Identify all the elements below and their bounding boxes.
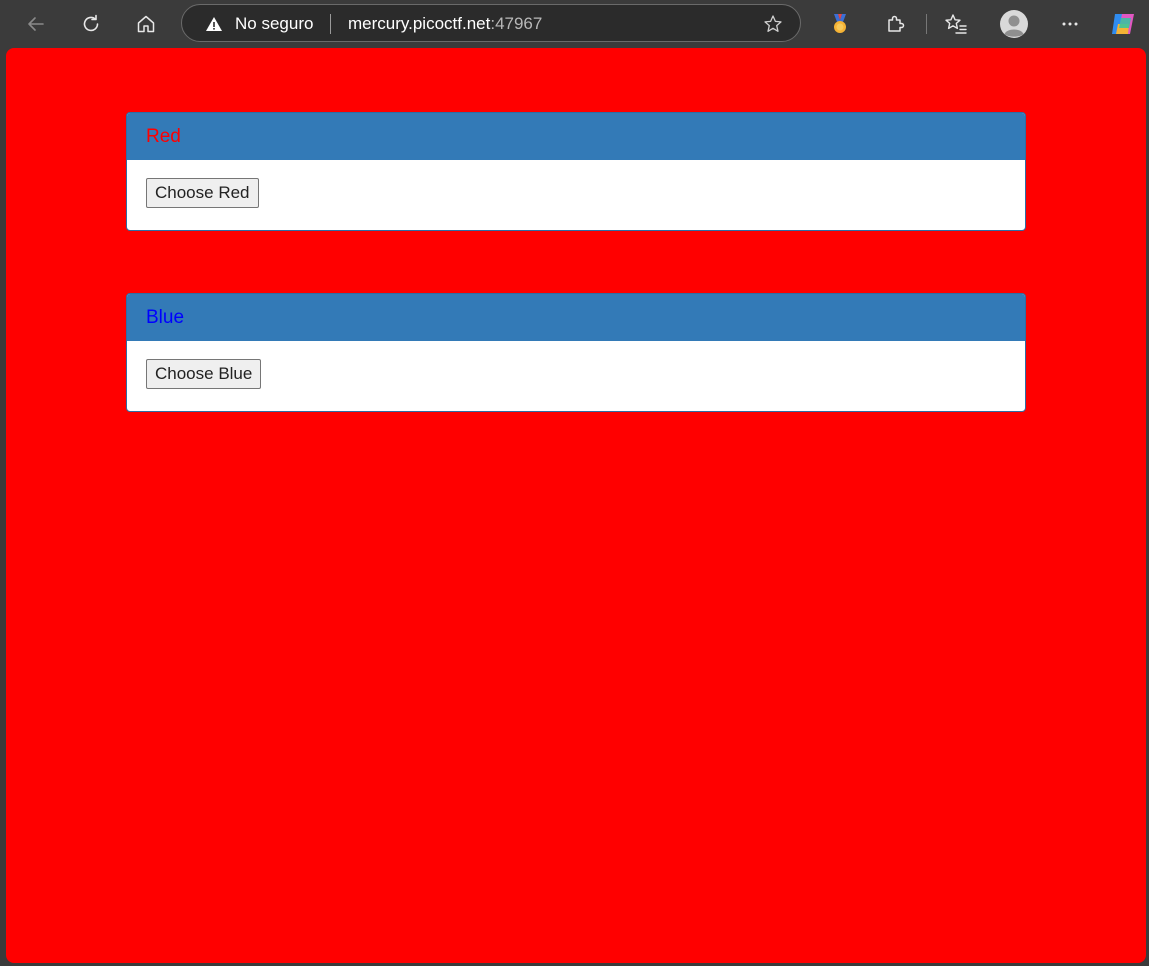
extensions-button[interactable]: [879, 8, 911, 40]
copilot-button[interactable]: [1107, 8, 1139, 40]
red-panel-heading: Red: [127, 113, 1025, 160]
reload-button[interactable]: [75, 8, 107, 40]
avatar-icon: [1000, 10, 1028, 38]
address-divider: [330, 14, 331, 34]
home-button[interactable]: [130, 8, 162, 40]
url-text[interactable]: mercury.picoctf.net:47967: [348, 14, 542, 34]
choose-red-button[interactable]: Choose Red: [146, 178, 259, 208]
blue-panel-body: Choose Blue: [127, 341, 1025, 407]
blue-panel: Blue Choose Blue: [126, 293, 1026, 412]
home-icon: [137, 15, 155, 33]
url-port: :47967: [490, 14, 543, 33]
more-button[interactable]: [1054, 8, 1086, 40]
copilot-icon: [1112, 14, 1134, 34]
browser-toolbar: No seguro mercury.picoctf.net:47967: [0, 0, 1149, 48]
more-icon: [1062, 22, 1078, 26]
blue-panel-heading: Blue: [127, 294, 1025, 341]
favorites-button[interactable]: [940, 8, 972, 40]
back-arrow-icon: [28, 17, 44, 31]
warning-icon[interactable]: [205, 15, 223, 33]
puzzle-icon: [888, 15, 905, 32]
favorites-icon: [945, 14, 967, 34]
red-panel: Red Choose Red: [126, 112, 1026, 231]
rewards-medal-icon: [834, 14, 846, 33]
choose-blue-button[interactable]: Choose Blue: [146, 359, 262, 389]
toolbar-divider: [926, 14, 927, 34]
address-bar[interactable]: No seguro mercury.picoctf.net:47967: [181, 4, 801, 42]
back-button[interactable]: [20, 8, 52, 40]
profile-button[interactable]: [998, 8, 1030, 40]
page-viewport: Red Choose Red Blue Choose Blue: [6, 48, 1146, 963]
url-host: mercury.picoctf.net: [348, 14, 491, 33]
reload-icon: [83, 14, 99, 32]
star-icon[interactable]: [763, 14, 783, 34]
security-label[interactable]: No seguro: [235, 14, 313, 34]
rewards-button[interactable]: [824, 8, 856, 40]
red-panel-body: Choose Red: [127, 160, 1025, 226]
